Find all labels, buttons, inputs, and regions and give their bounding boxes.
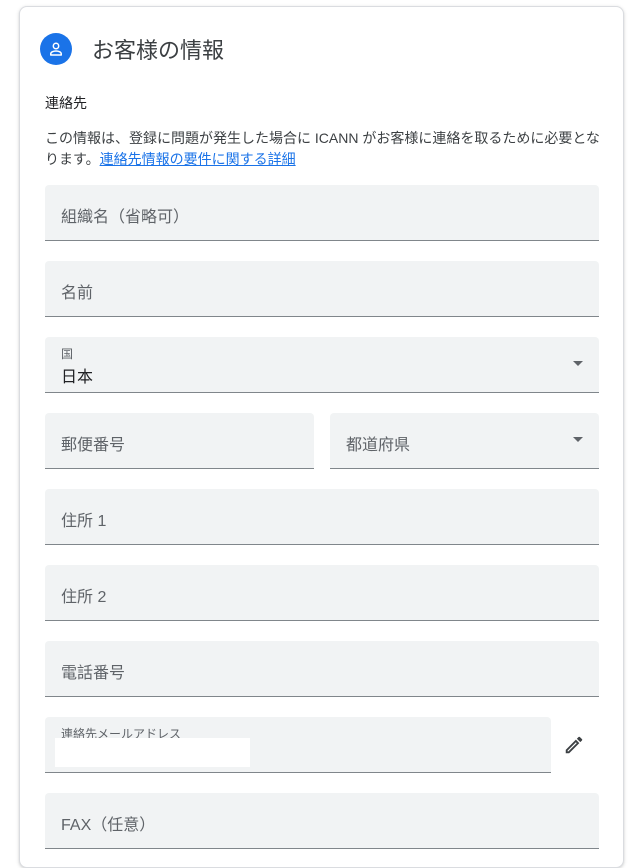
dropdown-arrow-icon [573,361,583,366]
country-select[interactable]: 国 日本 [45,337,599,393]
country-label: 国 [61,347,74,361]
pencil-icon [565,736,583,754]
fax-placeholder: FAX（任意） [61,817,156,834]
phone-placeholder: 電話番号 [61,665,126,682]
address2-placeholder: 住所 2 [61,589,107,606]
fax-field[interactable]: FAX（任意） [45,793,599,849]
section-description: この情報は、登録に問題が発生した場合に ICANN がお客様に連絡を取るために必… [45,128,605,170]
organization-placeholder: 組織名（省略可） [61,209,190,226]
name-placeholder: 名前 [61,285,94,302]
edit-email-button[interactable] [563,734,585,756]
address2-field[interactable]: 住所 2 [45,565,599,621]
email-value-redacted [55,738,250,767]
prefecture-select[interactable]: 都道府県 [330,413,599,469]
postal-code-placeholder: 郵便番号 [61,437,126,454]
requirements-link[interactable]: 連絡先情報の要件に関する詳細 [100,151,296,167]
email-field: 連絡先メールアドレス [45,717,551,773]
address1-field[interactable]: 住所 1 [45,489,599,545]
postal-code-field[interactable]: 郵便番号 [45,413,314,469]
person-glyph [50,42,62,56]
address1-placeholder: 住所 1 [61,513,107,530]
phone-field[interactable]: 電話番号 [45,641,599,697]
name-field[interactable]: 名前 [45,261,599,317]
customer-info-card: お客様の情報 連絡先 この情報は、登録に問題が発生した場合に ICANN がお客… [19,6,624,868]
page-title: お客様の情報 [92,38,225,63]
prefecture-placeholder: 都道府県 [346,437,411,454]
organization-field[interactable]: 組織名（省略可） [45,185,599,241]
country-value: 日本 [61,369,94,386]
card-header: お客様の情報 [40,33,224,65]
dropdown-arrow-icon [573,437,583,442]
section-label: 連絡先 [45,95,87,111]
account-icon [40,33,72,65]
